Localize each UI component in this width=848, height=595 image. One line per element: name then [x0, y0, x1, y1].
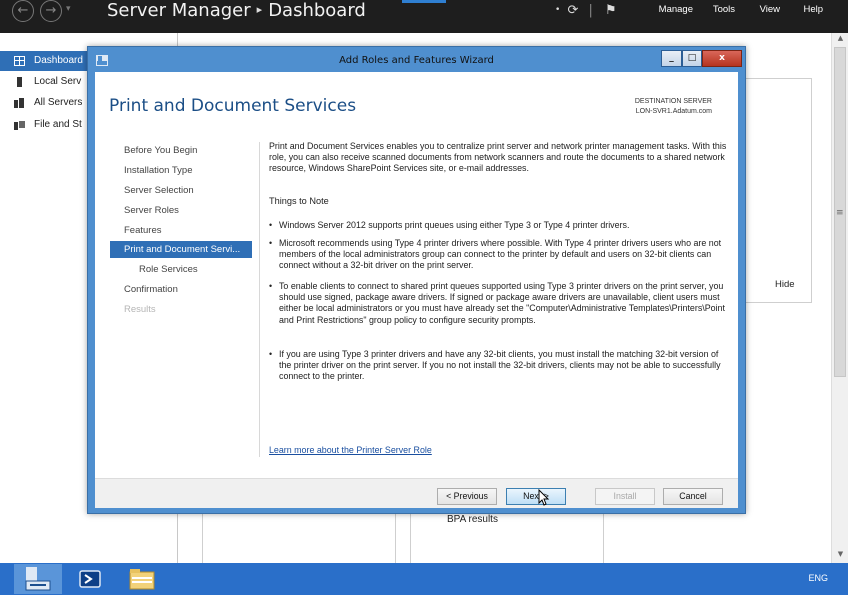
forward-arrow-icon[interactable]: → [40, 0, 62, 22]
step-print-document-services[interactable]: Print and Document Servi... [110, 241, 252, 258]
server-icon [17, 77, 22, 87]
dashboard-icon [14, 56, 25, 66]
bpa-results-label[interactable]: BPA results [447, 514, 498, 525]
note-item: If you are using Type 3 printer drivers … [269, 349, 727, 383]
nav-dropdown-icon[interactable]: ▾ [66, 4, 71, 14]
wizard-title-bar[interactable]: Add Roles and Features Wizard _ □ x [88, 47, 745, 72]
progress-indicator [402, 0, 446, 3]
dashboard-panel [742, 78, 812, 303]
scroll-up-icon[interactable]: ▲ [832, 34, 848, 46]
sidebar-item-label: Local Serv [34, 76, 82, 87]
folder-icon [129, 569, 155, 590]
refresh-icon[interactable]: ⟳ [567, 3, 578, 18]
menu-view[interactable]: View [760, 4, 780, 15]
destination-server-caption: DESTINATION SERVER [634, 98, 712, 105]
taskbar: ENG [0, 563, 848, 595]
step-role-services[interactable]: Role Services [110, 261, 252, 278]
step-confirmation[interactable]: Confirmation [110, 281, 252, 298]
sidebar-item-label: All Servers [34, 97, 83, 108]
hide-link[interactable]: Hide [775, 279, 795, 290]
note-item: To enable clients to connect to shared p… [269, 281, 727, 326]
note-item: Windows Server 2012 supports print queue… [269, 220, 727, 231]
previous-button[interactable]: < Previous [437, 488, 497, 505]
wizard-title: Add Roles and Features Wizard [339, 55, 494, 66]
refresh-area: • ⟳ | ⚑ [555, 0, 617, 22]
servers-icon [14, 98, 24, 108]
step-server-selection[interactable]: Server Selection [110, 182, 252, 199]
note-item: Microsoft recommends using Type 4 printe… [269, 238, 727, 272]
step-before-you-begin[interactable]: Before You Begin [110, 142, 252, 159]
step-server-roles[interactable]: Server Roles [110, 202, 252, 219]
server-manager-icon [25, 567, 51, 591]
minimize-button[interactable]: _ [661, 50, 682, 67]
app-title: Server Manager [107, 0, 251, 21]
step-results: Results [124, 304, 156, 315]
powershell-icon [79, 570, 101, 588]
sidebar-item-label: Dashboard [34, 55, 83, 66]
back-arrow-icon[interactable]: ← [12, 0, 34, 22]
cancel-button[interactable]: Cancel [663, 488, 723, 505]
refresh-dropdown-icon[interactable]: • [555, 5, 560, 15]
maximize-button[interactable]: □ [682, 50, 702, 67]
notifications-flag-icon[interactable]: ⚑ [605, 3, 617, 18]
wizard-client-area: Print and Document Services DESTINATION … [95, 72, 738, 508]
scrollbar-grip-icon: ≡ [836, 208, 844, 218]
language-indicator[interactable]: ENG [808, 573, 828, 583]
wizard-footer: < Previous Next > Install Cancel [95, 478, 738, 508]
next-button[interactable]: Next > [506, 488, 566, 505]
vertical-scrollbar[interactable]: ▲ ≡ ▼ [831, 33, 848, 563]
breadcrumb: Server Manager ▸ Dashboard [107, 0, 366, 21]
scroll-down-icon[interactable]: ▼ [832, 550, 848, 562]
step-installation-type[interactable]: Installation Type [110, 162, 252, 179]
add-roles-wizard-dialog: Add Roles and Features Wizard _ □ x Prin… [87, 46, 746, 514]
menu-tools[interactable]: Tools [713, 4, 735, 15]
taskbar-powershell[interactable] [66, 564, 114, 594]
taskbar-file-explorer[interactable] [118, 564, 166, 594]
learn-more-link[interactable]: Learn more about the Printer Server Role [269, 445, 432, 455]
page-title: Dashboard [268, 0, 366, 21]
install-button: Install [595, 488, 655, 505]
file-storage-icon [14, 121, 25, 130]
things-to-note-heading: Things to Note [269, 196, 329, 206]
intro-paragraph: Print and Document Services enables you … [269, 141, 727, 174]
menu-manage[interactable]: Manage [659, 4, 693, 15]
destination-server-name: LON-SVR1.Adatum.com [635, 108, 712, 115]
sidebar-item-label: File and St [34, 119, 82, 130]
breadcrumb-separator-icon: ▸ [256, 3, 263, 16]
mouse-cursor-icon [538, 489, 550, 506]
toolbar-divider: | [588, 3, 593, 18]
taskbar-server-manager[interactable] [14, 564, 62, 594]
wizard-page-heading: Print and Document Services [109, 96, 357, 116]
close-button[interactable]: x [702, 50, 742, 67]
nav-divider [259, 142, 260, 457]
destination-server-label: DESTINATION SERVER LON-SVR1.Adatum.com [635, 97, 712, 117]
menu-help[interactable]: Help [803, 4, 823, 15]
server-manager-header: ← → ▾ Server Manager ▸ Dashboard • ⟳ | ⚑ M… [0, 0, 848, 33]
step-features[interactable]: Features [110, 222, 252, 239]
